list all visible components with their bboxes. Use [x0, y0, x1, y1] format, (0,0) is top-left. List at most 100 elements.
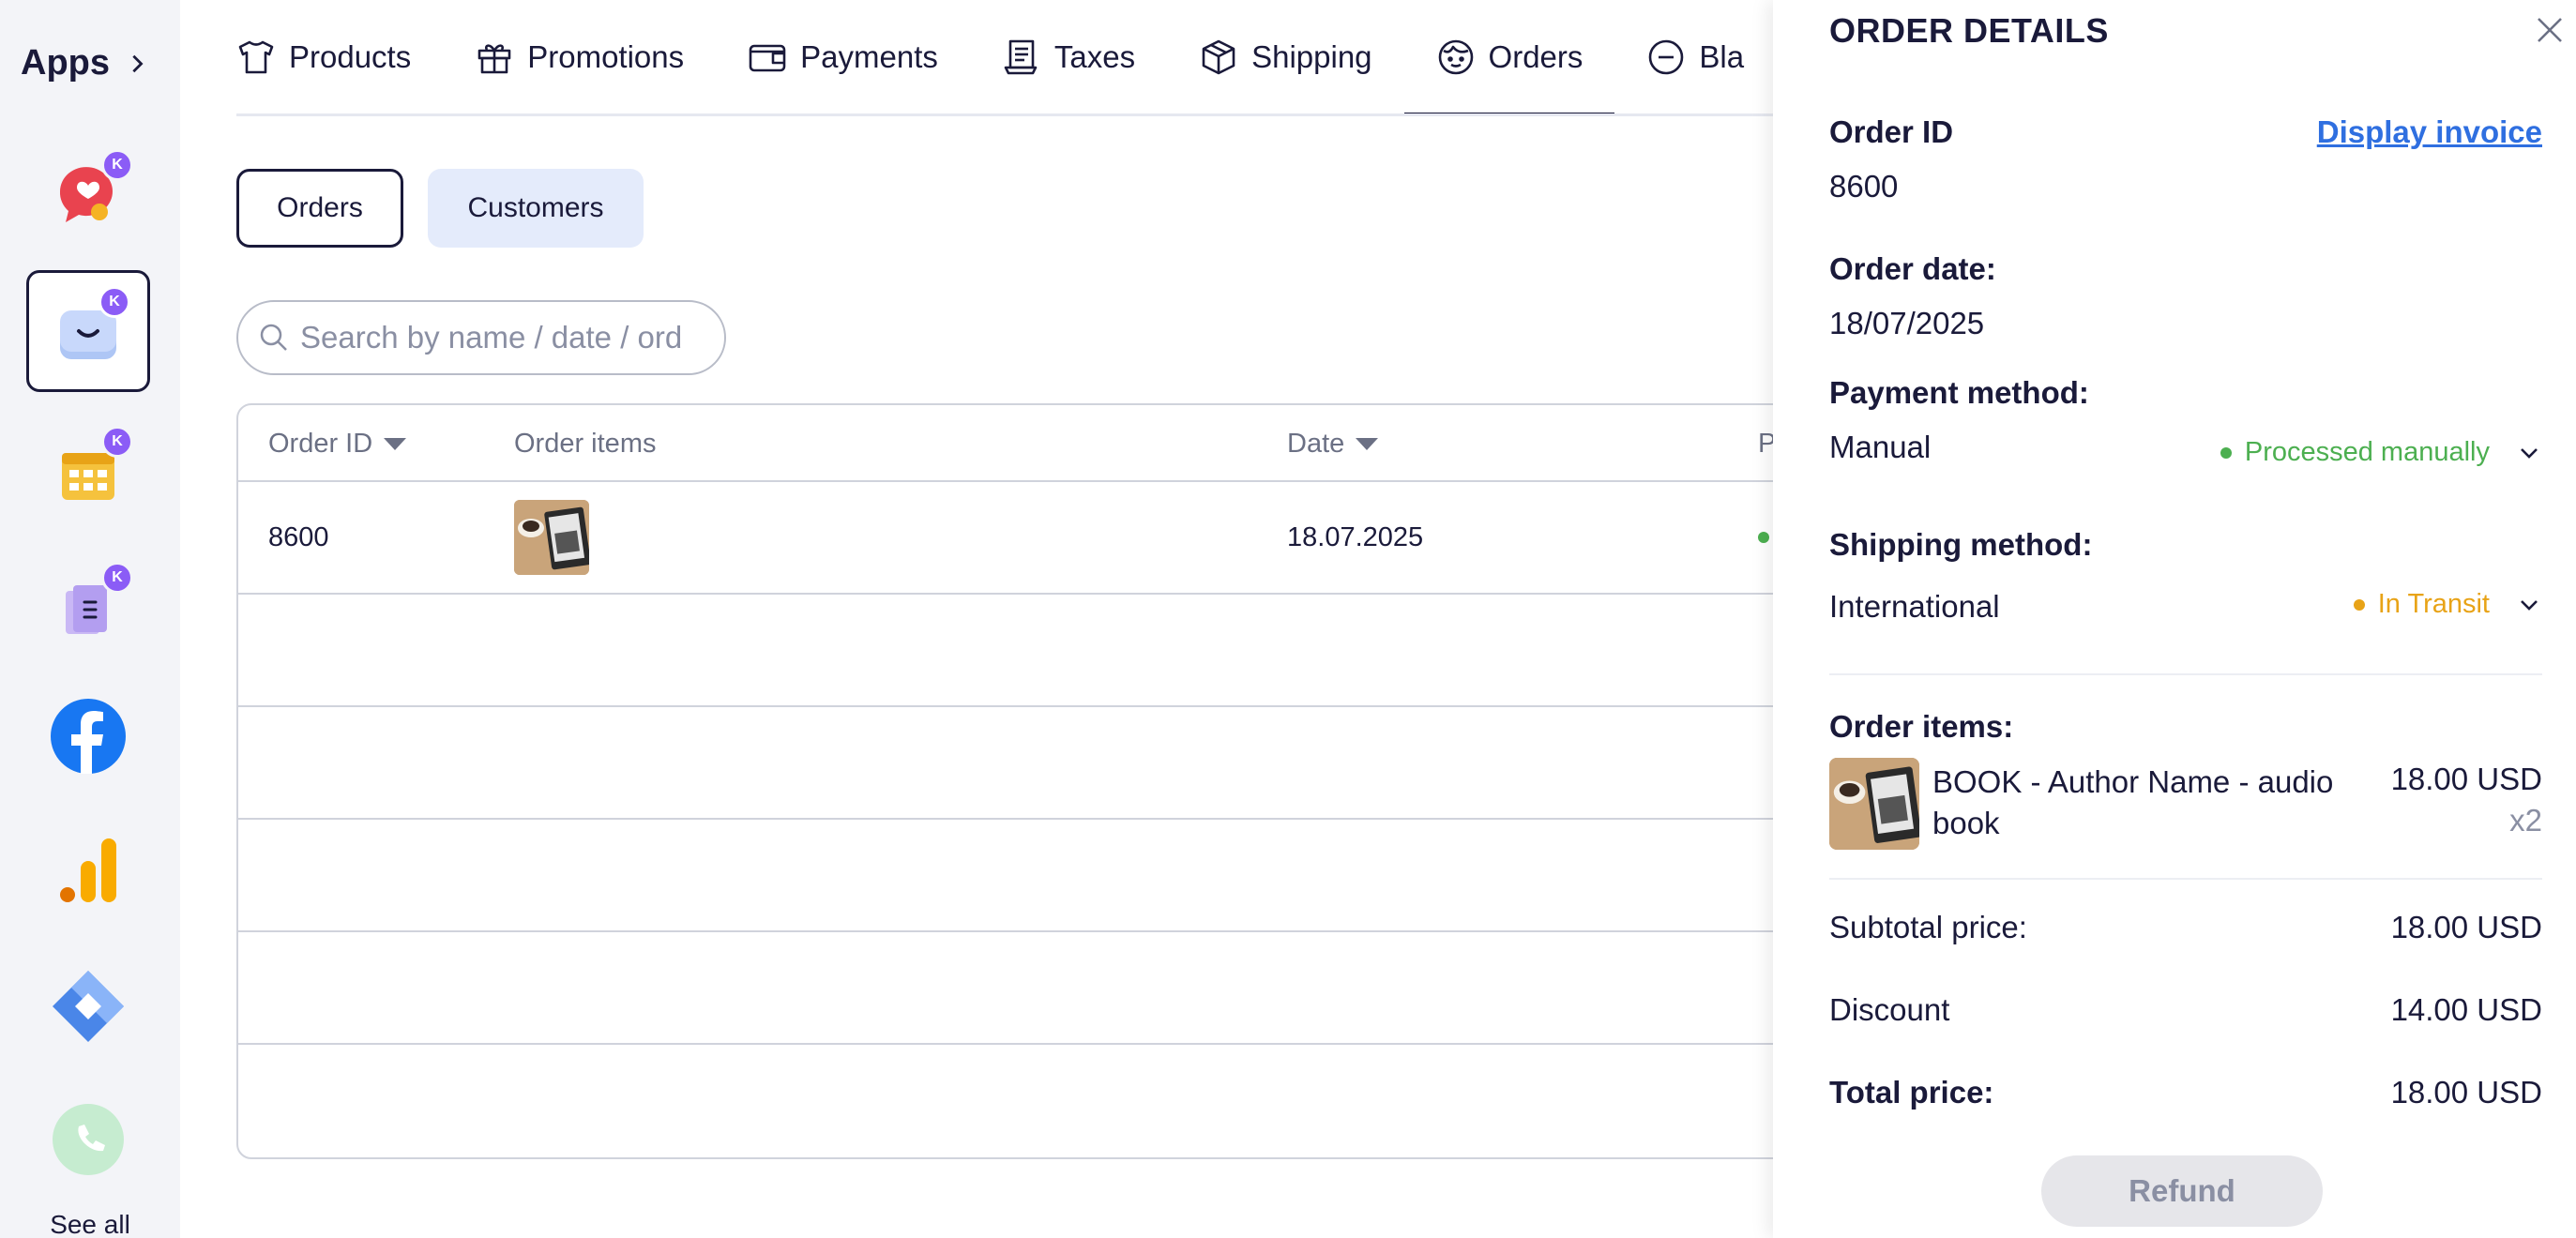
- refund-button[interactable]: Refund: [2041, 1155, 2323, 1227]
- order-items-cell: [514, 482, 589, 593]
- table-header: Order ID Order items Date P: [238, 405, 1829, 482]
- app-phone[interactable]: [26, 1079, 150, 1200]
- discount-value: 14.00 USD: [2390, 992, 2542, 1027]
- divider: [1829, 878, 2542, 880]
- k-badge: K: [98, 286, 130, 318]
- payment-status-text: Processed manually: [2244, 437, 2490, 467]
- subtotal-row: Subtotal price: 18.00 USD: [1829, 910, 2542, 945]
- tab-label: Orders: [1488, 38, 1583, 74]
- total-label: Total price:: [1829, 1075, 1994, 1110]
- app-calendar[interactable]: K: [26, 413, 150, 535]
- book-thumbnail: [514, 500, 589, 575]
- order-details-panel: ORDER DETAILS Order ID Display invoice 8…: [1773, 0, 2576, 1238]
- sort-down-icon: [384, 437, 407, 450]
- chevron-right-icon: [132, 54, 144, 72]
- app-document[interactable]: K: [26, 549, 150, 671]
- total-row: Total price: 18.00 USD: [1829, 1075, 2542, 1110]
- shipping-status-dropdown[interactable]: In Transit: [2353, 589, 2542, 620]
- item-thumbnail: [1829, 758, 1919, 850]
- book-image-icon: [1829, 758, 1919, 850]
- order-id-column-header[interactable]: Order ID: [268, 405, 407, 482]
- status-dot: [2220, 446, 2232, 459]
- payment-status-dropdown[interactable]: Processed manually: [2220, 437, 2542, 468]
- gift-icon: [477, 43, 511, 73]
- status-dot: [2353, 598, 2365, 611]
- shipping-method-value: International: [1829, 589, 2000, 624]
- orders-table: Order ID Order items Date P 8600 18.07.2…: [236, 403, 1831, 1159]
- app-tag-manager[interactable]: [26, 945, 150, 1067]
- subtotal-label: Subtotal price:: [1829, 910, 2027, 944]
- search-icon: [260, 324, 287, 351]
- payment-method-value: Manual: [1829, 430, 1932, 464]
- app-facebook[interactable]: [26, 675, 150, 797]
- discount-label: Discount: [1829, 992, 1950, 1027]
- k-badge: K: [101, 149, 133, 181]
- order-id-value: 8600: [1829, 169, 1899, 204]
- k-badge: K: [101, 426, 133, 458]
- order-items-column-header: Order items: [514, 405, 656, 482]
- chevron-down-icon: [2521, 599, 2538, 611]
- k-badge: K: [101, 562, 133, 594]
- column-label: Order items: [514, 428, 657, 459]
- chevron-down-icon: [2521, 447, 2538, 459]
- order-id-cell: 8600: [268, 521, 329, 552]
- minus-circle-icon: [1649, 39, 1684, 74]
- tab-blacklist[interactable]: Bla: [1614, 0, 1775, 113]
- see-all-link[interactable]: See all: [0, 1210, 180, 1238]
- app-analytics[interactable]: [26, 809, 150, 931]
- shirt-icon: [238, 40, 274, 73]
- tab-promotions[interactable]: Promotions: [443, 0, 716, 113]
- total-value: 18.00 USD: [2390, 1075, 2542, 1110]
- payment-status-cell: [1758, 482, 1769, 593]
- tab-products[interactable]: Products: [236, 0, 443, 113]
- subtotal-value: 18.00 USD: [2390, 910, 2542, 944]
- item-price: 18.00 USD: [2390, 762, 2542, 796]
- receipt-icon: [1004, 39, 1038, 74]
- top-tabs: Products Promotions Payments Taxes Shipp…: [236, 0, 1775, 116]
- apps-title: Apps: [21, 43, 110, 83]
- divider: [1829, 673, 2542, 675]
- tab-payments[interactable]: Payments: [716, 0, 970, 113]
- analytics-icon: [60, 838, 116, 902]
- display-invoice-link[interactable]: Display invoice: [2317, 114, 2542, 150]
- phone-icon: [53, 1104, 124, 1175]
- tab-label: Promotions: [527, 38, 685, 74]
- orders-segment-button[interactable]: Orders: [236, 169, 403, 248]
- table-row-empty: [238, 820, 1829, 932]
- tag-manager-icon: [53, 971, 124, 1042]
- tab-taxes[interactable]: Taxes: [970, 0, 1167, 113]
- face-icon: [1438, 39, 1473, 74]
- apps-sidebar: Apps K K K K See all: [0, 0, 180, 1238]
- tab-label: Products: [289, 38, 412, 74]
- tab-label: Payments: [800, 38, 938, 74]
- sort-down-icon: [1356, 437, 1379, 450]
- discount-row: Discount 14.00 USD: [1829, 992, 2542, 1028]
- table-row-empty: [238, 707, 1829, 820]
- payment-method-label: Payment method:: [1829, 375, 2089, 410]
- apps-header[interactable]: Apps: [21, 43, 147, 83]
- table-row-empty: [238, 595, 1829, 707]
- order-date-value: 18/07/2025: [1829, 306, 1985, 340]
- table-row[interactable]: 8600 18.07.2025: [238, 482, 1829, 595]
- column-label: Order ID: [268, 428, 373, 459]
- search-input[interactable]: [300, 320, 694, 355]
- wallet-icon: [749, 44, 786, 71]
- customers-segment-button[interactable]: Customers: [428, 169, 644, 248]
- facebook-icon: [51, 699, 126, 774]
- item-quantity: x2: [2509, 803, 2542, 838]
- tab-orders[interactable]: Orders: [1403, 0, 1615, 113]
- app-online-store[interactable]: K: [26, 270, 150, 392]
- tab-shipping[interactable]: Shipping: [1167, 0, 1403, 113]
- table-row-empty: [238, 932, 1829, 1045]
- date-column-header[interactable]: Date: [1287, 405, 1379, 482]
- close-icon[interactable]: [2531, 11, 2568, 49]
- tab-label: Bla: [1699, 38, 1745, 74]
- panel-title: ORDER DETAILS: [1829, 11, 2109, 50]
- date-cell: 18.07.2025: [1287, 521, 1424, 552]
- item-name: BOOK - Author Name - audio book: [1932, 764, 2334, 840]
- tab-label: Taxes: [1053, 38, 1136, 74]
- app-chat-heart[interactable]: K: [26, 136, 150, 258]
- tab-label: Shipping: [1251, 38, 1372, 74]
- order-date-label: Order date:: [1829, 251, 1996, 286]
- column-label: Date: [1287, 428, 1345, 459]
